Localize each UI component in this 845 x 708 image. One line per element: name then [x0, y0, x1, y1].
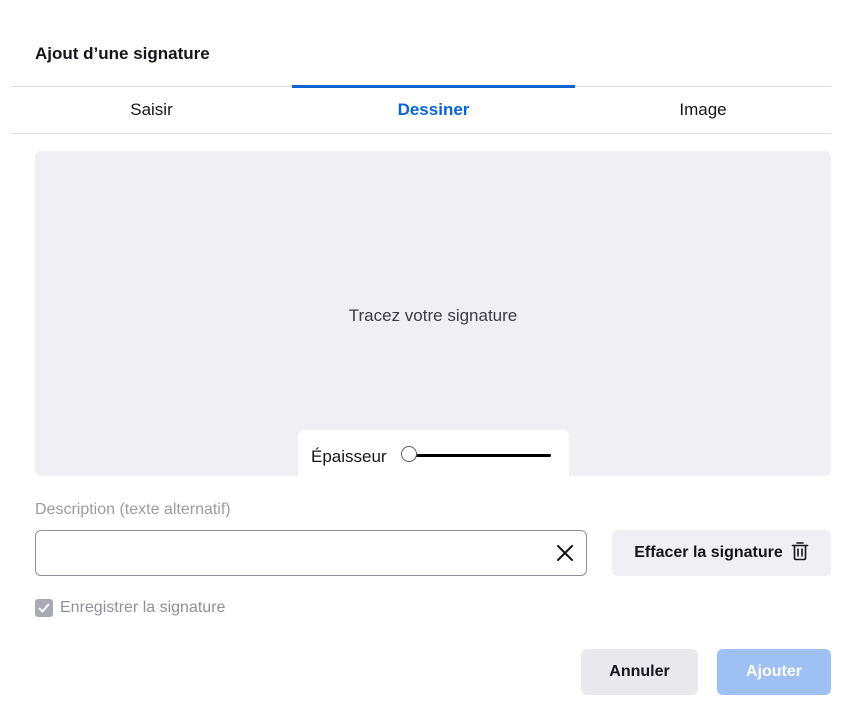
canvas-placeholder: Tracez votre signature	[348, 306, 518, 325]
thickness-label: Épaisseur	[311, 447, 387, 466]
dialog-title: Ajout d’une signature	[35, 44, 210, 63]
save-signature-label: Enregistrer la signature	[60, 599, 226, 616]
save-signature-row: Enregistrer la signature	[35, 599, 225, 617]
tab-type[interactable]: Saisir	[11, 87, 292, 133]
thickness-slider[interactable]	[400, 445, 551, 465]
checkmark-icon	[38, 603, 50, 613]
close-icon[interactable]	[554, 542, 576, 564]
add-button[interactable]: Ajouter	[717, 649, 831, 695]
tab-bar: Saisir Dessiner Image	[11, 85, 831, 134]
erase-signature-label: Effacer la signature	[634, 544, 783, 561]
description-input[interactable]	[36, 531, 546, 575]
save-signature-checkbox[interactable]	[35, 599, 53, 617]
tab-draw[interactable]: Dessiner	[292, 85, 575, 133]
description-label: Description (texte alternatif)	[35, 501, 231, 518]
tab-image[interactable]: Image	[575, 87, 831, 133]
thickness-control: Épaisseur	[298, 430, 569, 476]
description-field	[35, 530, 587, 576]
slider-track	[408, 454, 551, 457]
add-signature-dialog: Ajout d’une signature Saisir Dessiner Im…	[0, 0, 845, 708]
trash-icon	[791, 541, 809, 566]
signature-drawing-canvas[interactable]: Tracez votre signature Épaisseur	[35, 151, 831, 476]
slider-thumb[interactable]	[400, 446, 417, 462]
cancel-button[interactable]: Annuler	[581, 649, 698, 695]
erase-signature-button[interactable]: Effacer la signature	[612, 530, 831, 576]
